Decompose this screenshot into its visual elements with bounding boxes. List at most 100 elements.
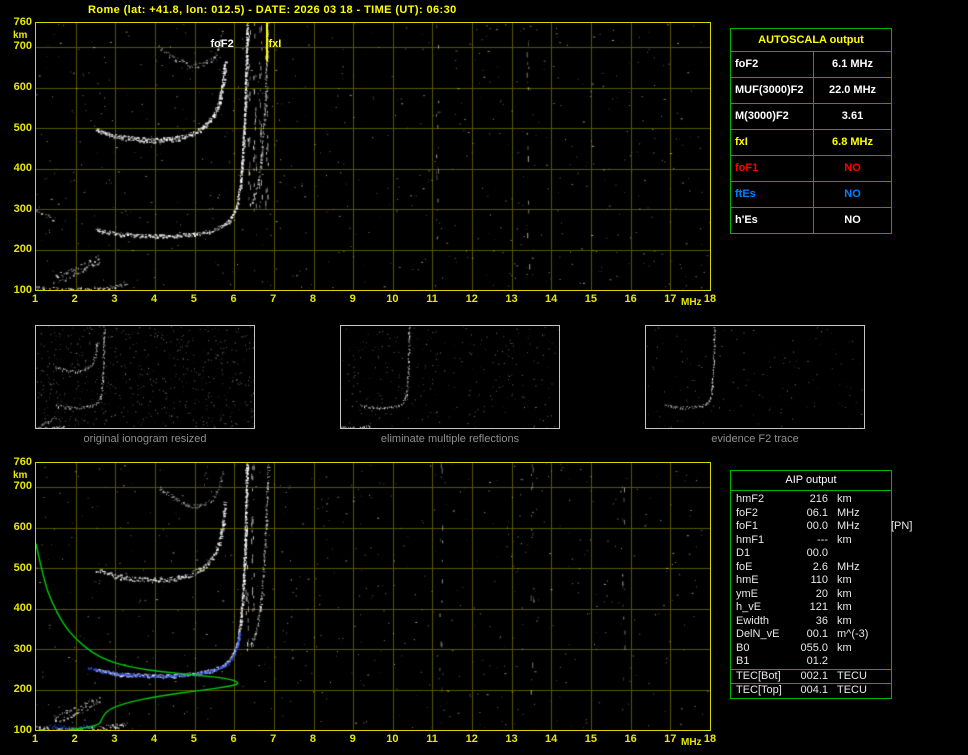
y-axis-tick: 760 <box>13 16 32 28</box>
x-axis-tick: 10 <box>386 733 399 745</box>
aip-row-label: B1 <box>736 655 750 667</box>
aip-table-row: B0 055.0 km <box>731 642 891 656</box>
aip-tec-rows: TEC[Bot] 002.1 TECU TEC[Top] 004.1 TECU <box>731 668 891 698</box>
autoscala-row-value: NO <box>844 188 861 200</box>
aip-row-label: TEC[Top] <box>736 684 782 696</box>
x-axis-tick: 13 <box>505 293 518 305</box>
y-axis-tick: 100 <box>13 284 32 296</box>
aip-table-row: hmF2 216 km <box>731 493 891 507</box>
aip-row-label: foF2 <box>736 506 759 519</box>
autoscala-table-row: MUF(3000)F2 22.0 MHz <box>731 78 891 104</box>
autoscala-row-value: 6.8 MHz <box>832 136 873 148</box>
x-axis-tick: 7 <box>270 293 277 305</box>
aip-row-value: 110 <box>810 574 828 586</box>
aip-row-label: h_vE <box>736 601 762 613</box>
x-axis-tick: 3 <box>111 733 118 745</box>
autoscala-row-label: foF1 <box>731 156 814 181</box>
aip-table: AIP output hmF2 216 km foF2 06.1 MHz foF1 00.0 M… <box>730 470 912 699</box>
y-axis-tick: 200 <box>13 243 32 256</box>
aip-row-value: 00.0 <box>806 520 828 532</box>
thumbnail-original-canvas <box>36 326 254 428</box>
aip-row-label: foE <box>736 560 753 573</box>
x-axis-unit-label: MHz <box>681 737 702 748</box>
aip-table-header: AIP output <box>731 471 891 491</box>
thumbnail-caption-eliminate: eliminate multiple reflections <box>380 433 520 445</box>
autoscala-row-value: NO <box>844 162 861 174</box>
autoscala-row-label: MUF(3000)F2 <box>731 78 814 103</box>
aip-table-row: h_vE 121 km <box>731 601 891 615</box>
aip-row-value: --- <box>817 533 828 546</box>
x-axis-tick: 15 <box>584 293 597 305</box>
aip-row-label: hmF1 <box>736 533 765 546</box>
aip-row-value: 2.6 <box>812 560 828 573</box>
x-axis-tick: 12 <box>465 293 478 305</box>
aip-row-label: DelN_vE <box>736 628 780 640</box>
aip-row-label: ymE <box>736 587 758 600</box>
x-axis-tick: 6 <box>230 293 237 305</box>
aip-table-row: hmE 110 km <box>731 574 891 588</box>
aip-table-row: ymE 20 km <box>731 588 891 602</box>
aip-table-row: D1 00.0 <box>731 547 891 561</box>
thumbnail-eliminate-reflections <box>340 325 560 429</box>
autoscala-table-row: fxI 6.8 MHz <box>731 130 891 156</box>
x-axis-tick: 16 <box>624 733 637 745</box>
aip-table-row: Ewidth 36 km <box>731 615 891 629</box>
x-axis-tick: 13 <box>505 733 518 745</box>
x-axis-tick: 18 <box>703 293 717 305</box>
x-axis-unit-label: MHz <box>681 297 702 308</box>
aip-tec-row: TEC[Bot] 002.1 TECU <box>731 668 891 684</box>
x-axis-tick: 12 <box>465 733 478 745</box>
autoscala-row-label: h'Es <box>731 208 814 233</box>
aip-table-row: hmF1 --- km <box>731 534 891 548</box>
fof2-annotation: foF2 <box>210 38 234 50</box>
y-axis-tick: 700 <box>13 40 32 53</box>
x-axis-tick: 10 <box>386 293 399 305</box>
aip-row-value: 055.0 <box>800 641 828 654</box>
aip-row-unit: km <box>837 533 852 546</box>
y-axis-tick: 400 <box>13 602 32 615</box>
aip-row-unit: km <box>837 493 852 505</box>
x-axis-tick: 8 <box>309 733 316 745</box>
aip-row-value: 06.1 <box>806 506 828 519</box>
x-axis-tick: 8 <box>309 293 316 305</box>
x-axis-tick: 14 <box>545 293 558 305</box>
y-axis-unit-label: km <box>13 30 28 41</box>
thumbnail-caption-evidence: evidence F2 trace <box>711 433 799 445</box>
aip-row-value: 01.2 <box>806 655 828 667</box>
aip-row-value: 00.0 <box>806 547 828 559</box>
aip-table-row: DelN_vE 00.1 m^(-3) <box>731 628 891 642</box>
aip-row-unit: TECU <box>837 669 867 682</box>
aip-row-value: 36 <box>815 614 828 627</box>
station-date-title: Rome (lat: +41.8, lon: 012.5) - DATE: 20… <box>88 4 457 16</box>
y-axis-tick: 100 <box>13 724 32 736</box>
autoscala-row-value: 22.0 MHz <box>828 84 877 96</box>
autoscala-table-row: ftEs NO <box>731 182 891 208</box>
autoscala-table-row: M(3000)F2 3.61 <box>731 104 891 130</box>
autoscala-table-row: foF1 NO <box>731 156 891 182</box>
x-axis-tick: 4 <box>151 733 158 745</box>
fxi-annotation: fxI <box>268 38 282 50</box>
y-axis-tick: 600 <box>13 520 32 533</box>
x-axis-tick: 15 <box>584 733 597 745</box>
x-axis-tick: 5 <box>190 293 197 305</box>
x-axis-tick: 18 <box>703 733 717 745</box>
y-axis-tick: 600 <box>13 80 32 93</box>
y-axis-tick: 700 <box>13 480 32 493</box>
autoscala-table-row: foF2 6.1 MHz <box>731 52 891 78</box>
autoscala-row-label: fxI <box>731 130 814 155</box>
x-axis-tick: 7 <box>270 733 277 745</box>
aip-row-unit: km <box>837 641 852 654</box>
aip-row-unit: km <box>837 574 852 586</box>
top-ionogram-plot <box>35 22 711 291</box>
x-axis-tick: 5 <box>190 733 197 745</box>
x-axis-tick: 17 <box>664 293 677 305</box>
thumbnail-original-ionogram <box>35 325 255 429</box>
aip-rows: hmF2 216 km foF2 06.1 MHz foF1 00.0 MHz [PN] hmF1 -… <box>731 491 912 669</box>
aip-row-value: 00.1 <box>806 628 828 640</box>
y-axis-tick: 760 <box>13 456 32 468</box>
aip-row-unit: km <box>837 587 852 600</box>
x-axis-tick: 14 <box>545 733 558 745</box>
autoscala-row-value: 6.1 MHz <box>832 58 873 70</box>
aip-row-label: TEC[Bot] <box>736 669 781 682</box>
x-axis-tick: 11 <box>426 293 438 305</box>
